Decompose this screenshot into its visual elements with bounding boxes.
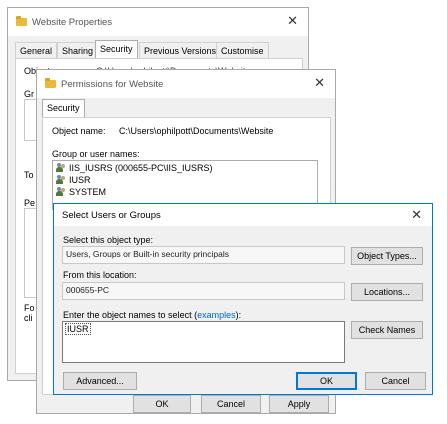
close-icon[interactable]: ✕ [314, 76, 325, 90]
examples-link[interactable]: examples [197, 310, 236, 320]
tab-security[interactable]: Security [42, 99, 85, 117]
close-icon[interactable]: ✕ [287, 14, 298, 28]
enter-names-label: Enter the object names to select (exampl… [63, 310, 242, 320]
perms-ok-button[interactable]: OK [133, 395, 191, 413]
tab-previous-versions[interactable]: Previous Versions [139, 42, 222, 58]
perms-titlebar: Permissions for Website ✕ [37, 70, 335, 98]
object-type-label: Select this object type: [63, 235, 154, 245]
select-ok-button[interactable]: OK [296, 372, 357, 390]
location-label: From this location: [63, 270, 137, 280]
users-icon [56, 163, 66, 172]
users-icon [56, 187, 66, 196]
props-titlebar: Website Properties ✕ [8, 8, 308, 36]
perms-object-label: Object name: [52, 126, 106, 136]
list-item[interactable]: IUSR [56, 175, 91, 185]
object-names-input[interactable]: IUSR [62, 321, 345, 363]
select-users-dialog: Select Users or Groups ✕ Select this obj… [53, 203, 433, 395]
perms-apply-button[interactable]: Apply [269, 395, 329, 413]
object-types-button[interactable]: Object Types... [351, 247, 423, 265]
props-title: Website Properties [32, 17, 113, 28]
perms-group-label: Group or user names: [52, 149, 140, 159]
props-pe-label: Pe [24, 198, 36, 208]
object-type-field: Users, Groups or Built-in security princ… [62, 246, 345, 264]
perms-title: Permissions for Website [61, 79, 164, 90]
tab-sharing[interactable]: Sharing [57, 42, 99, 58]
props-cli-label: cli [24, 313, 33, 323]
folder-icon [45, 78, 56, 88]
object-names-value: IUSR [65, 323, 91, 335]
select-titlebar: Select Users or Groups ✕ [54, 204, 432, 226]
tab-general[interactable]: General [15, 42, 58, 58]
props-group-label: Gr [24, 89, 34, 99]
list-item[interactable]: IIS_IUSRS (000655-PC\IIS_IUSRS) [56, 163, 213, 173]
tab-security[interactable]: Security [95, 40, 138, 58]
advanced-button[interactable]: Advanced... [63, 372, 137, 390]
tab-customise[interactable]: Customise [216, 42, 269, 58]
folder-icon [16, 16, 27, 26]
location-field: 000655-PC [62, 282, 345, 300]
perms-object-value: C:\Users\ophilpott\Documents\Website [119, 126, 274, 136]
select-cancel-button[interactable]: Cancel [365, 372, 426, 390]
select-title: Select Users or Groups [62, 210, 161, 221]
check-names-button[interactable]: Check Names [351, 321, 423, 339]
users-icon [56, 175, 66, 184]
list-item[interactable]: SYSTEM [56, 187, 106, 197]
locations-button[interactable]: Locations... [351, 283, 423, 301]
props-to-label: To [24, 170, 34, 180]
props-fo-label: Fo [24, 303, 35, 313]
perms-cancel-button[interactable]: Cancel [201, 395, 261, 413]
close-icon[interactable]: ✕ [411, 208, 422, 222]
